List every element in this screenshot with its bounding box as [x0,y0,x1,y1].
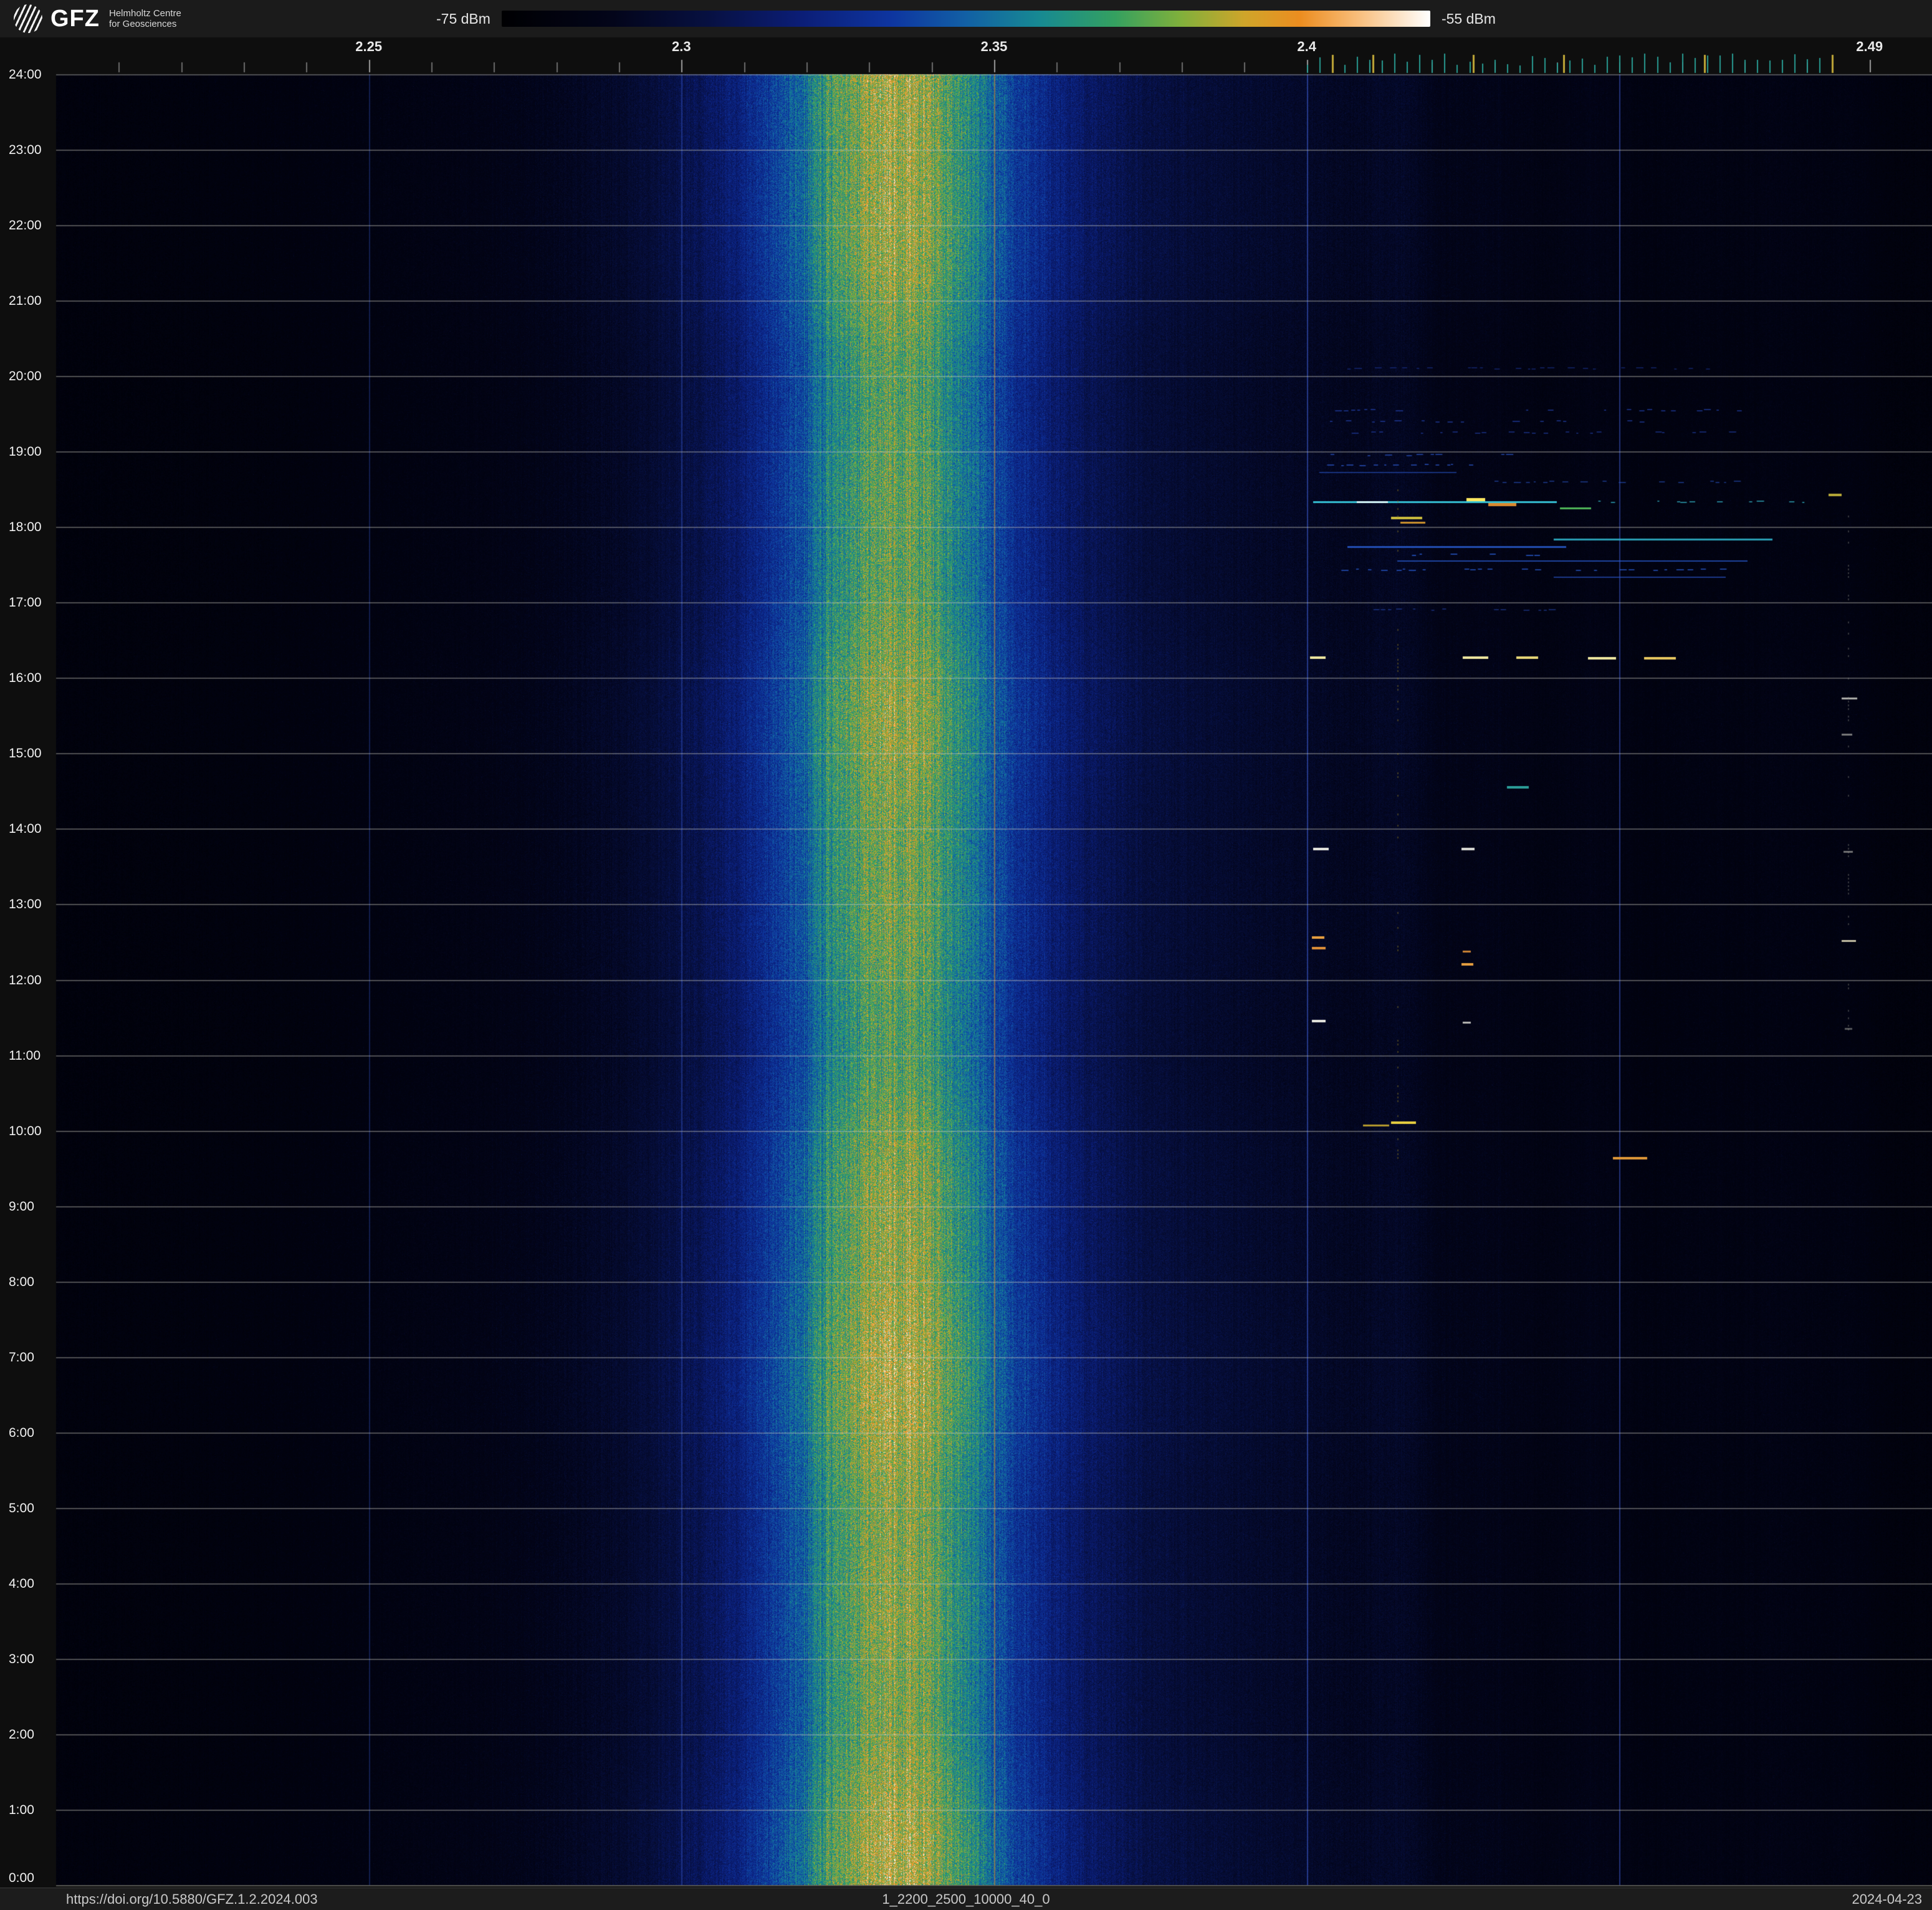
logo-brand: GFZ [50,6,100,32]
logo-subtitle-line1: Helmholtz Centre [108,8,181,19]
gfz-logo-icon [14,4,42,33]
logo-subtitle-line2: for Geosciences [108,19,177,29]
doi-link[interactable]: https://doi.org/10.5880/GFZ.1.2.2024.003 [66,1891,318,1908]
colorbar-max-label: -55 dBm [1441,10,1496,27]
colorbar-gradient [501,11,1430,27]
gfz-logo: GFZ Helmholtz Centre for Geosciences [14,4,181,33]
footer: https://doi.org/10.5880/GFZ.1.2.2024.003… [0,1888,1932,1910]
date-label: 2024-04-23 [1852,1891,1922,1907]
logo-subtitle: Helmholtz Centre for Geosciences [109,8,181,29]
colorbar: -75 dBm -55 dBm [436,0,1496,37]
header: GFZ Helmholtz Centre for Geosciences -75… [0,0,1932,37]
dataset-id: 1_2200_2500_10000_40_0 [882,1891,1050,1907]
spectrogram-heatmap [0,0,1932,1910]
colorbar-min-label: -75 dBm [436,10,490,27]
spectrogram-page: GFZ Helmholtz Centre for Geosciences -75… [0,0,1932,1910]
